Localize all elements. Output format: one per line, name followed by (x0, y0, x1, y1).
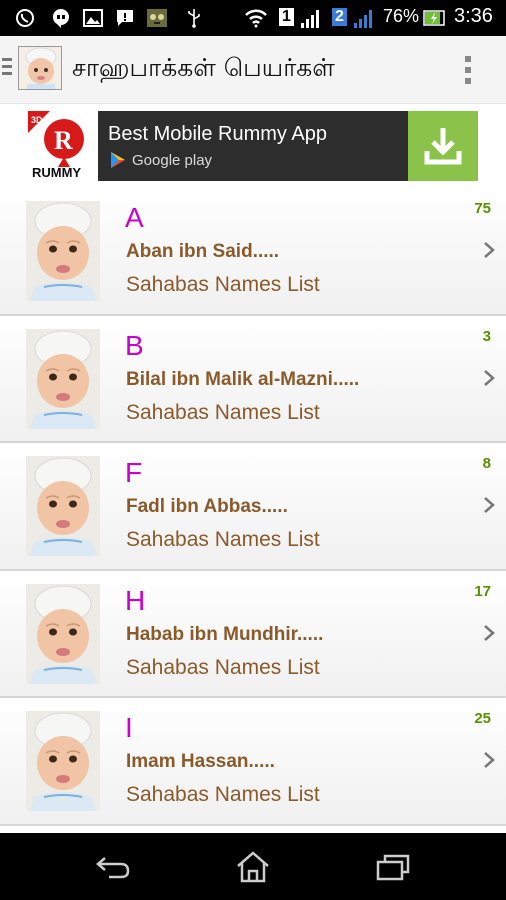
navigation-bar (0, 833, 506, 900)
list-subtitle: Sahabas Names List (126, 655, 320, 679)
chevron-right-icon (484, 752, 495, 769)
avatar (26, 711, 100, 812)
sim2-label: 2 (332, 8, 347, 26)
google-play-badge: Google play (110, 151, 212, 169)
count-badge: 3 (482, 327, 491, 345)
list-item-h[interactable]: H Habab ibn Mundhir..... Sahabas Names L… (0, 570, 506, 699)
signal-icon (298, 8, 324, 28)
group-letter: I (125, 712, 133, 744)
group-letter: B (125, 329, 144, 361)
recents-icon[interactable] (373, 851, 413, 883)
list-subtitle: Sahabas Names List (126, 783, 320, 807)
avatar (26, 583, 100, 684)
home-icon[interactable] (233, 851, 273, 883)
count-badge: 75 (474, 200, 491, 217)
group-letter: A (125, 202, 144, 233)
chevron-right-icon (484, 242, 495, 258)
talking-tom-icon (146, 8, 168, 28)
download-icon (424, 128, 462, 165)
chevron-right-icon (484, 624, 495, 641)
list-item-f[interactable]: F Fadl ibn Abbas..... Sahabas Names List… (0, 443, 506, 571)
sim1-label: 1 (279, 8, 294, 26)
download-button[interactable] (408, 111, 478, 181)
ad-logo-letter: R (54, 126, 73, 155)
group-letter: F (125, 457, 143, 489)
drawer-indicator-icon[interactable] (2, 58, 12, 80)
whatsapp-icon (14, 8, 36, 28)
gallery-icon (82, 8, 104, 28)
list-item-i[interactable]: I Imam Hassan..... Sahabas Names List 25 (0, 698, 506, 826)
ad-store-label: Google play (132, 151, 213, 169)
ad-title: Best Mobile Rummy App (108, 123, 327, 145)
count-badge: 25 (474, 710, 491, 728)
first-name: Aban ibn Said..... (126, 241, 280, 262)
overflow-menu-icon[interactable] (464, 56, 472, 84)
count-badge: 17 (474, 582, 491, 600)
first-name: Habab ibn Mundhir..... (126, 623, 324, 645)
google-play-icon (111, 152, 125, 168)
ad-banner[interactable]: 3D R RUMMY Best Mobile Rummy App Google … (28, 111, 478, 181)
page-title: சாஹபாக்கள் பெயர்கள் (72, 53, 335, 82)
signal-icon (351, 8, 377, 28)
rummy-logo: 3D R RUMMY (28, 111, 98, 181)
list-item-b[interactable]: B Bilal ibn Malik al-Mazni..... Sahabas … (0, 315, 506, 444)
avatar (26, 328, 100, 429)
ad-logo-text: RUMMY (32, 165, 81, 180)
list-subtitle: Sahabas Names List (126, 273, 320, 296)
list-subtitle: Sahabas Names List (126, 400, 320, 424)
usb-icon (184, 8, 204, 28)
message-icon (114, 8, 136, 28)
avatar (26, 456, 100, 557)
count-badge: 8 (482, 455, 491, 473)
action-bar: சாஹபாக்கள் பெயர்கள் (0, 36, 506, 104)
status-bar: 1 2 76% 3:36 (0, 0, 506, 36)
list-subtitle: Sahabas Names List (126, 528, 320, 552)
chevron-right-icon (484, 369, 495, 386)
ad-logo-3d: 3D (31, 115, 43, 125)
hangouts-icon (50, 8, 72, 28)
avatar (26, 201, 100, 301)
list-item-a[interactable]: A Aban ibn Said..... Sahabas Names List … (0, 188, 506, 316)
sahaba-list: A Aban ibn Said..... Sahabas Names List … (0, 188, 506, 826)
clock: 3:36 (454, 5, 493, 27)
first-name: Imam Hassan..... (126, 751, 275, 773)
back-icon[interactable] (93, 851, 133, 883)
baby-app-icon[interactable] (18, 46, 62, 90)
wifi-icon (244, 8, 268, 28)
battery-percent: 76% (383, 6, 420, 26)
chevron-right-icon (484, 497, 495, 514)
first-name: Bilal ibn Malik al-Mazni..... (126, 368, 360, 390)
group-letter: H (125, 584, 146, 616)
first-name: Fadl ibn Abbas..... (126, 496, 288, 518)
battery-charging-icon (423, 8, 445, 28)
